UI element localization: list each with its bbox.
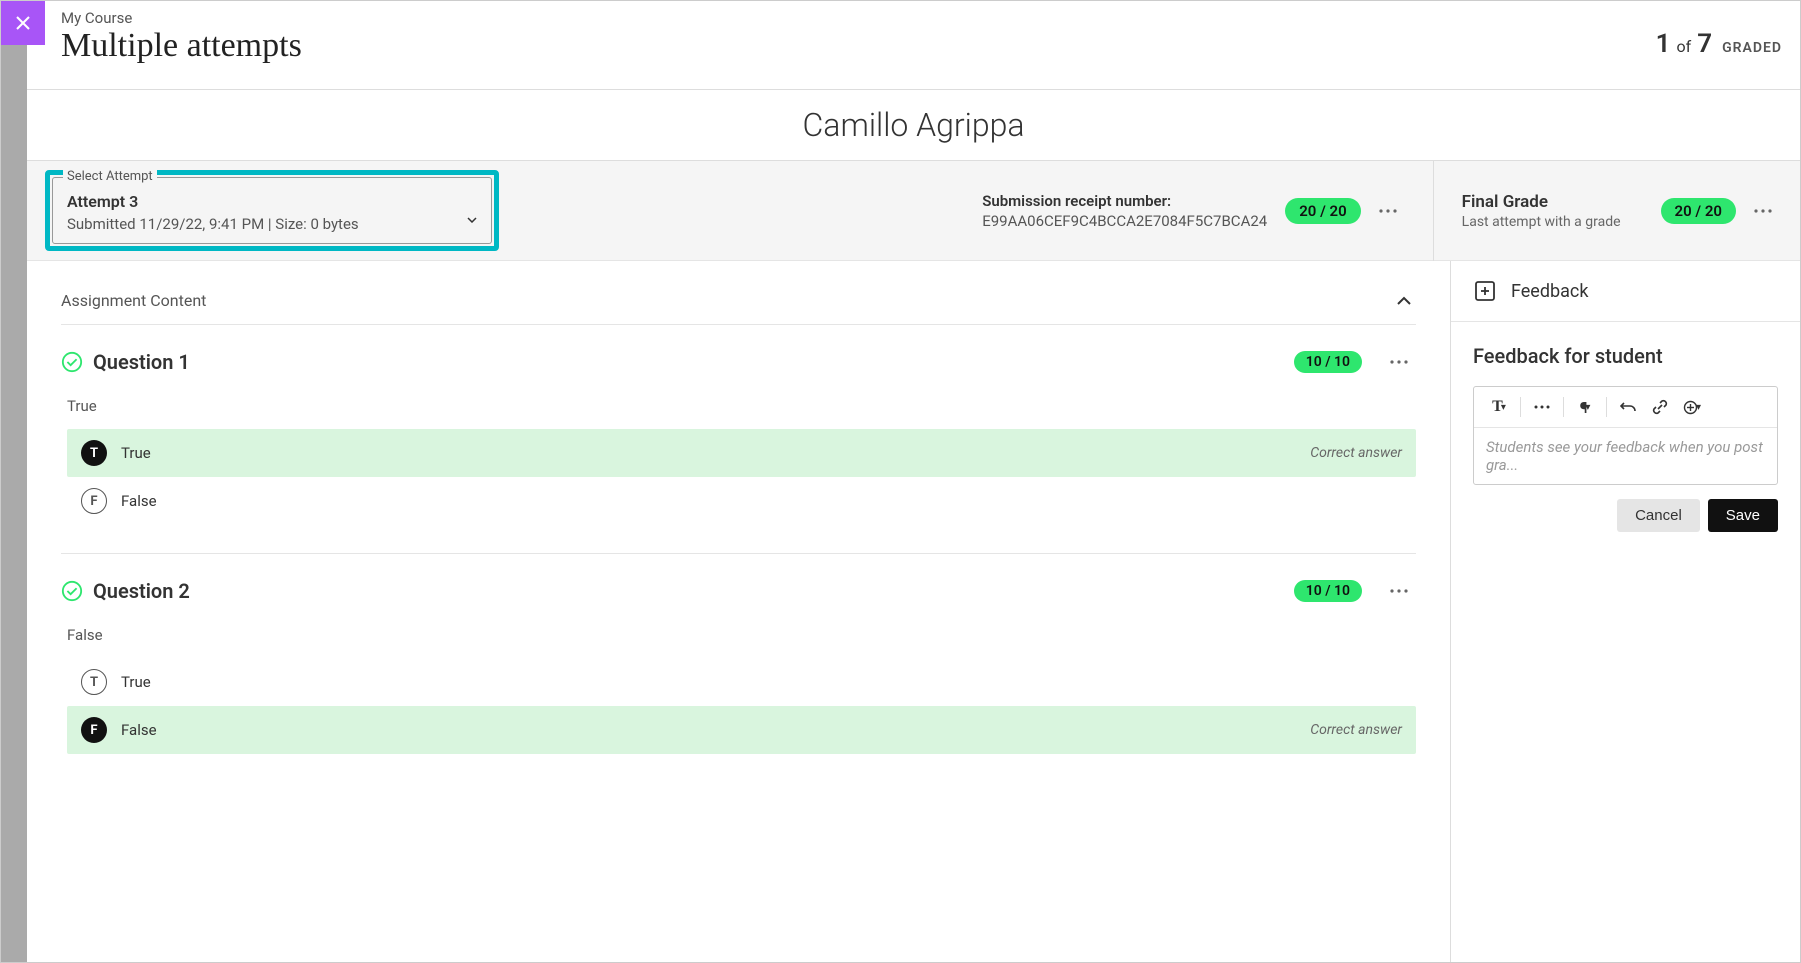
receipt-label: Submission receipt number:: [982, 192, 1267, 210]
toolbar-sep: [1606, 397, 1607, 417]
feedback-plus-icon[interactable]: [1473, 279, 1497, 303]
attempt-select-legend: Select Attempt: [63, 169, 157, 184]
dots-icon: [1390, 360, 1408, 364]
more-format-button[interactable]: [1527, 393, 1557, 421]
answer-letter: T: [81, 440, 107, 466]
dots-icon: [1754, 209, 1772, 213]
link-button[interactable]: [1645, 393, 1675, 421]
receipt-block: Submission receipt number: E99AA06CEF9C4…: [982, 192, 1267, 230]
undo-button[interactable]: [1613, 393, 1643, 421]
section-title: Assignment Content: [61, 291, 206, 310]
answer-row: T True: [67, 658, 1416, 706]
question-more-button[interactable]: [1382, 345, 1416, 379]
attempt-name: Attempt 3: [67, 192, 477, 211]
question-score-pill[interactable]: 10 / 10: [1294, 580, 1362, 602]
left-gutter: [1, 1, 27, 962]
final-grade-block: Final Grade Last attempt with a grade: [1462, 192, 1621, 230]
question-block: Question 2 10 / 10 False T True F: [61, 554, 1416, 754]
toolbar-sep: [1563, 397, 1564, 417]
dots-icon: [1534, 405, 1550, 409]
question-title: Question 2: [93, 579, 190, 603]
caret-down-icon: [467, 208, 477, 227]
close-icon: [14, 14, 32, 32]
editor-toolbar: T▾ ¶▾: [1474, 387, 1777, 428]
insert-button[interactable]: ▾: [1677, 393, 1707, 421]
answer-text: True: [121, 673, 151, 691]
feedback-sidebar: Feedback Feedback for student T▾: [1450, 261, 1800, 962]
check-circle-icon: [61, 351, 83, 373]
feedback-title: Feedback for student: [1473, 344, 1778, 368]
text-style-button[interactable]: T▾: [1484, 393, 1514, 421]
answer-letter: T: [81, 669, 107, 695]
final-grade-label: Final Grade: [1462, 192, 1621, 212]
answer-text: False: [121, 492, 157, 510]
final-grade-pill[interactable]: 20 / 20: [1661, 198, 1736, 224]
final-grade-sub: Last attempt with a grade: [1462, 214, 1621, 230]
collapse-button[interactable]: [1392, 287, 1416, 314]
check-circle-icon: [61, 580, 83, 602]
undo-icon: [1620, 400, 1636, 414]
dots-icon: [1390, 589, 1408, 593]
link-icon: [1652, 399, 1668, 415]
cancel-button[interactable]: Cancel: [1617, 499, 1700, 532]
feedback-header-label: Feedback: [1511, 281, 1588, 302]
graded-label: GRADED: [1722, 40, 1782, 56]
meta-bar: Select Attempt Attempt 3 Submitted 11/29…: [27, 161, 1800, 261]
save-button[interactable]: Save: [1708, 499, 1778, 532]
content-column: Assignment Content Question 1 10 / 10: [27, 261, 1450, 962]
paragraph-button[interactable]: ¶▾: [1570, 393, 1600, 421]
graded-counter: 1 of 7 GRADED: [1656, 29, 1782, 59]
attempt-grade-pill[interactable]: 20 / 20: [1285, 198, 1360, 224]
receipt-value: E99AA06CEF9C4BCCA2E7084F5C7BCA24: [982, 212, 1267, 230]
breadcrumb[interactable]: My Course: [61, 9, 302, 27]
dots-icon: [1379, 209, 1397, 213]
toolbar-sep: [1520, 397, 1521, 417]
correct-label: Correct answer: [1310, 445, 1402, 461]
question-score-pill[interactable]: 10 / 10: [1294, 351, 1362, 373]
answer-text: True: [121, 444, 151, 462]
correct-label: Correct answer: [1310, 722, 1402, 738]
attempt-select[interactable]: Select Attempt Attempt 3 Submitted 11/29…: [52, 177, 492, 244]
answer-row: T True Correct answer: [67, 429, 1416, 477]
question-more-button[interactable]: [1382, 574, 1416, 608]
graded-of: of: [1677, 37, 1692, 56]
graded-current: 1: [1656, 29, 1671, 59]
answer-letter: F: [81, 717, 107, 743]
answer-text: False: [121, 721, 157, 739]
question-block: Question 1 10 / 10 True T True Correct a…: [61, 325, 1416, 554]
student-name: Camillo Agrippa: [27, 89, 1800, 161]
answer-row: F False: [67, 477, 1416, 525]
close-button[interactable]: [1, 1, 45, 45]
feedback-textarea[interactable]: Students see your feedback when you post…: [1474, 428, 1777, 484]
final-more-button[interactable]: [1746, 194, 1780, 228]
graded-total: 7: [1697, 29, 1712, 59]
answer-letter: F: [81, 488, 107, 514]
question-prompt: True: [67, 397, 1416, 415]
answer-row: F False Correct answer: [67, 706, 1416, 754]
page-title: Multiple attempts: [61, 27, 302, 65]
attempt-more-button[interactable]: [1371, 194, 1405, 228]
feedback-editor: T▾ ¶▾: [1473, 386, 1778, 485]
question-title: Question 1: [93, 350, 190, 374]
question-prompt: False: [67, 626, 1416, 644]
attempt-highlight: Select Attempt Attempt 3 Submitted 11/29…: [45, 170, 499, 251]
attempt-subtitle: Submitted 11/29/22, 9:41 PM | Size: 0 by…: [67, 215, 477, 233]
meta-divider: [1433, 161, 1434, 261]
chevron-up-icon: [1396, 296, 1412, 306]
